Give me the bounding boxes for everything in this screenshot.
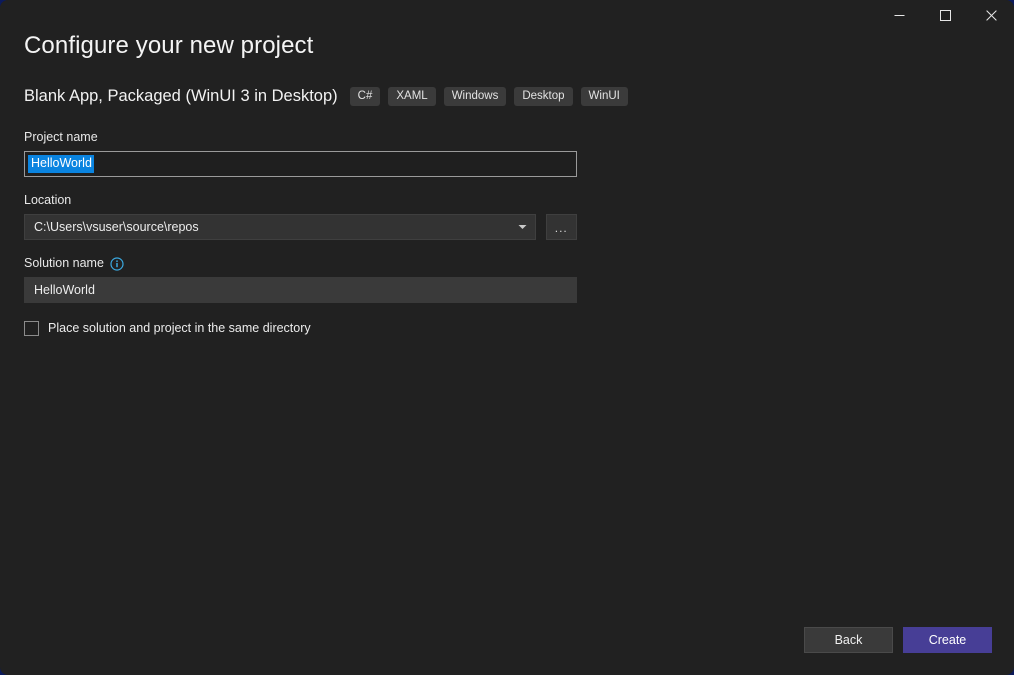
configure-project-dialog: Configure your new project Blank App, Pa… <box>0 0 1014 675</box>
close-button[interactable] <box>968 0 1014 30</box>
back-button[interactable]: Back <box>804 627 893 653</box>
project-name-input[interactable]: HelloWorld <box>24 151 577 177</box>
same-directory-label: Place solution and project in the same d… <box>48 321 311 336</box>
location-value: C:\Users\vsuser\source\repos <box>34 220 199 234</box>
browse-location-button[interactable]: ... <box>546 214 577 240</box>
solution-name-label-text: Solution name <box>24 256 104 271</box>
template-name: Blank App, Packaged (WinUI 3 in Desktop) <box>24 87 338 106</box>
same-directory-checkbox[interactable] <box>24 321 39 336</box>
tag-language: C# <box>350 87 381 106</box>
maximize-button[interactable] <box>922 0 968 30</box>
tag-markup: XAML <box>388 87 435 106</box>
title-bar <box>0 0 1014 30</box>
tag-framework: WinUI <box>581 87 628 106</box>
close-icon <box>986 10 997 21</box>
minimize-icon <box>894 10 905 21</box>
info-icon[interactable] <box>110 257 124 271</box>
same-directory-checkbox-row[interactable]: Place solution and project in the same d… <box>24 321 577 336</box>
dialog-footer: Back Create <box>804 627 992 653</box>
tag-platform: Windows <box>444 87 507 106</box>
solution-name-label: Solution name <box>24 256 577 271</box>
template-summary: Blank App, Packaged (WinUI 3 in Desktop)… <box>24 87 628 106</box>
project-configuration-form: Project name HelloWorld Location C:\User… <box>24 130 577 336</box>
tag-project-type: Desktop <box>514 87 572 106</box>
location-combobox[interactable]: C:\Users\vsuser\source\repos <box>24 214 536 240</box>
location-label: Location <box>24 193 577 208</box>
page-title: Configure your new project <box>24 32 313 60</box>
create-button[interactable]: Create <box>903 627 992 653</box>
project-name-value: HelloWorld <box>28 155 94 174</box>
location-row: C:\Users\vsuser\source\repos ... <box>24 214 577 240</box>
solution-name-value: HelloWorld <box>34 283 95 297</box>
chevron-down-icon[interactable] <box>518 222 528 232</box>
minimize-button[interactable] <box>876 0 922 30</box>
solution-name-input[interactable]: HelloWorld <box>24 277 577 303</box>
maximize-icon <box>940 10 951 21</box>
project-name-label: Project name <box>24 130 577 145</box>
